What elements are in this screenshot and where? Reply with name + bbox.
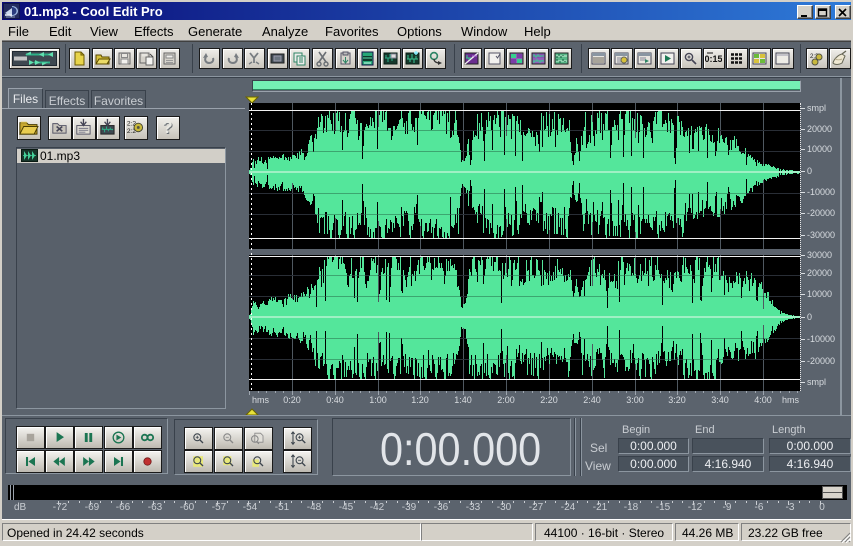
svg-text:0:15: 0:15	[705, 54, 722, 64]
svg-text:?: ?	[162, 118, 172, 137]
